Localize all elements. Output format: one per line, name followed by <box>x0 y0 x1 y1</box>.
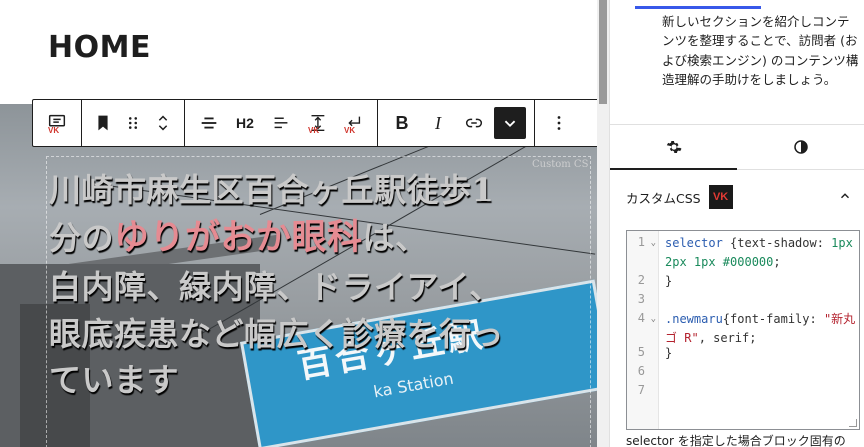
custom-css-title: カスタムCSS <box>626 190 701 206</box>
toolbar-group-heading: H2 VK VK <box>185 100 378 146</box>
help-text: selector を指定した場合ブロック固有の <box>626 434 846 447</box>
heading-line-4: 眼底疾患など幅広く診療を行っ <box>49 314 505 353</box>
vk-badge: VK <box>48 126 60 135</box>
toolbar-group-options <box>535 100 583 146</box>
drag-handle[interactable] <box>118 105 148 141</box>
toolbar-group-parent: VK <box>33 100 82 146</box>
line-height-button[interactable]: VK <box>299 105 335 141</box>
custom-css-panel-header[interactable]: カスタムCSS VK <box>610 171 864 223</box>
vk-logo: VK <box>708 185 733 209</box>
fold-icon: ⌄ <box>650 314 656 324</box>
drag-handle-icon <box>128 117 138 129</box>
editor-scrollbar-thumb[interactable] <box>599 0 607 104</box>
italic-button[interactable]: I <box>420 105 456 141</box>
heading-line-1: 川崎市麻生区百合ヶ丘駅徒歩1 <box>49 171 495 209</box>
sidebar-top-tabs-indicator <box>610 0 864 9</box>
tab-styles[interactable] <box>737 125 864 169</box>
tab-settings[interactable] <box>610 125 737 170</box>
code-line-4: .newmaru{font-family: "新丸ゴ R", serif; <box>665 312 856 345</box>
editor-scrollbar[interactable] <box>597 0 609 447</box>
align-center-icon <box>201 117 217 129</box>
half-circle-icon <box>793 140 808 154</box>
text-align-button[interactable] <box>191 105 227 141</box>
editor-canvas[interactable]: HOME 百合ヶ丘駅 ka Station Custom CS 川崎市麻生区百合… <box>0 0 597 447</box>
move-up-down-buttons[interactable] <box>148 105 178 141</box>
line-break-button[interactable]: VK <box>335 105 371 141</box>
chevron-up-down-icon <box>158 115 168 131</box>
link-icon <box>465 118 483 128</box>
heading-line-5: ています <box>49 360 180 399</box>
code-gutter: 1 ⌄ 2 3 4 ⌄ 5 6 7 <box>627 231 659 429</box>
heading-line-2-pre: 分の <box>49 219 115 258</box>
code-line-1: selector {text-shadow: 1px 2px 1px #0000… <box>665 236 860 269</box>
bookmark-icon-button[interactable] <box>88 105 118 141</box>
active-tab-indicator <box>635 6 761 9</box>
resize-handle[interactable] <box>849 419 857 427</box>
vk-badge: VK <box>344 126 356 135</box>
block-inspector-sidebar: 新しいセクションを紹介しコンテンツを整理することで、訪問者 (および検索エンジン… <box>609 0 864 447</box>
select-parent-button[interactable]: VK <box>39 105 75 141</box>
heading-line-2-post: は、 <box>362 219 428 258</box>
vk-badge: VK <box>308 126 320 135</box>
bookmark-icon <box>98 115 108 131</box>
fold-icon: ⌄ <box>650 238 656 248</box>
custom-css-code-editor[interactable]: 1 ⌄ 2 3 4 ⌄ 5 6 7 selector {text-shadow: 1… <box>626 230 860 430</box>
block-toolbar: VK H2 VK VK B I <box>32 99 597 147</box>
block-options-button[interactable] <box>541 105 577 141</box>
toolbar-group-block <box>82 100 185 146</box>
code-line-2: } <box>665 274 673 288</box>
block-description: 新しいセクションを紹介しコンテンツを整理することで、訪問者 (および検索エンジン… <box>662 14 859 88</box>
more-formatting-button[interactable] <box>494 107 526 139</box>
cover-image[interactable]: 百合ヶ丘駅 ka Station Custom CS 川崎市麻生区百合ヶ丘駅徒歩… <box>0 104 597 447</box>
gear-icon <box>666 141 681 153</box>
heading-line-3: 白内障、緑内障、ドライアイ、 <box>49 268 502 307</box>
heading-level-button[interactable]: H2 <box>227 105 263 141</box>
align-left-icon <box>274 117 288 129</box>
link-button[interactable] <box>456 105 492 141</box>
chevron-up-icon[interactable] <box>838 189 852 203</box>
heading-block[interactable]: 川崎市麻生区百合ヶ丘駅徒歩1 分のゆりがおか眼科は、 白内障、緑内障、ドライアイ… <box>46 156 591 447</box>
heading-text[interactable]: 川崎市麻生区百合ヶ丘駅徒歩1 分のゆりがおか眼科は、 白内障、緑内障、ドライアイ… <box>49 167 589 403</box>
toolbar-group-format: B I <box>378 100 535 146</box>
align-left-button[interactable] <box>263 105 299 141</box>
code-line-5: } <box>665 346 673 360</box>
page-title[interactable]: HOME <box>48 30 151 65</box>
heading-highlight: ゆりがおか眼科 <box>114 217 363 259</box>
chevron-down-icon <box>504 120 516 128</box>
bold-button[interactable]: B <box>384 105 420 141</box>
more-vertical-icon <box>557 116 561 130</box>
inspector-tabs <box>610 124 864 170</box>
